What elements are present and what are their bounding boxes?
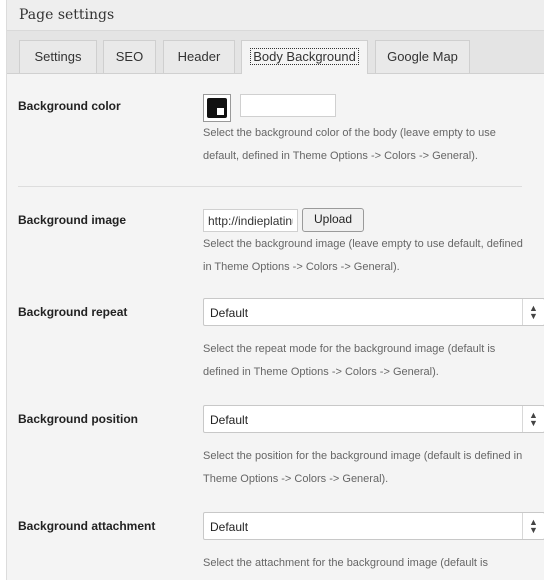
background-repeat-label: Background repeat	[18, 305, 128, 319]
tab-google-map-label: Google Map	[387, 49, 458, 64]
panel-title: Page settings	[19, 7, 115, 23]
background-attachment-desc-line1: Select the attachment for the background…	[203, 557, 488, 569]
tab-header-label: Header	[177, 49, 221, 64]
background-attachment-value: Default	[210, 520, 249, 534]
background-repeat-desc-line1: Select the repeat mode for the backgroun…	[203, 343, 496, 355]
background-attachment-description: Select the attachment for the background…	[203, 552, 528, 575]
background-color-input[interactable]	[240, 94, 336, 117]
tab-seo[interactable]: SEO	[103, 40, 156, 73]
background-image-desc-line1: Select the background image (leave empty…	[203, 238, 523, 250]
background-image-desc-line2: in Theme Options -> Colors -> General).	[203, 261, 400, 273]
background-color-description: Select the background color of the body …	[203, 122, 528, 168]
background-position-label: Background position	[18, 412, 138, 426]
up-down-chevron-icon: ▲ ▼	[522, 513, 544, 539]
background-position-select[interactable]: Default ▲ ▼	[203, 405, 544, 433]
tab-settings-label: Settings	[34, 49, 82, 64]
background-attachment-select[interactable]: Default ▲ ▼	[203, 512, 544, 540]
tab-settings[interactable]: Settings	[19, 40, 97, 73]
background-position-value: Default	[210, 413, 249, 427]
background-repeat-select[interactable]: Default ▲ ▼	[203, 298, 544, 326]
background-color-desc-line2: default, defined in Theme Options -> Col…	[203, 150, 478, 162]
background-image-url-input[interactable]	[203, 209, 298, 232]
background-image-label: Background image	[18, 213, 127, 227]
background-color-label: Background color	[18, 99, 121, 113]
tab-body-background[interactable]: Body Background	[241, 40, 368, 74]
background-position-desc-line1: Select the position for the background i…	[203, 450, 523, 462]
tab-seo-label: SEO	[115, 49, 144, 64]
background-repeat-value: Default	[210, 306, 249, 320]
background-image-description: Select the background image (leave empty…	[203, 233, 528, 279]
up-down-chevron-icon: ▲ ▼	[522, 299, 544, 325]
background-color-swatch[interactable]	[203, 94, 231, 122]
section-divider	[18, 186, 522, 187]
background-repeat-description: Select the repeat mode for the backgroun…	[203, 338, 528, 384]
background-position-desc-line2: Theme Options -> Colors -> General).	[203, 473, 389, 485]
background-position-description: Select the position for the background i…	[203, 445, 528, 491]
color-picker-icon	[207, 98, 227, 118]
tab-body-background-label: Body Background	[250, 48, 359, 65]
page-settings-panel: Page settings Settings SEO Header Body B…	[6, 0, 544, 580]
background-attachment-label: Background attachment	[18, 519, 156, 533]
panel-titlebar: Page settings	[7, 0, 544, 31]
up-down-chevron-icon: ▲ ▼	[522, 406, 544, 432]
tab-header[interactable]: Header	[163, 40, 235, 73]
tab-google-map[interactable]: Google Map	[375, 40, 470, 73]
background-color-desc-line1: Select the background color of the body …	[203, 127, 496, 139]
background-repeat-desc-line2: defined in Theme Options -> Colors -> Ge…	[203, 366, 439, 378]
upload-button[interactable]: Upload	[302, 208, 364, 232]
